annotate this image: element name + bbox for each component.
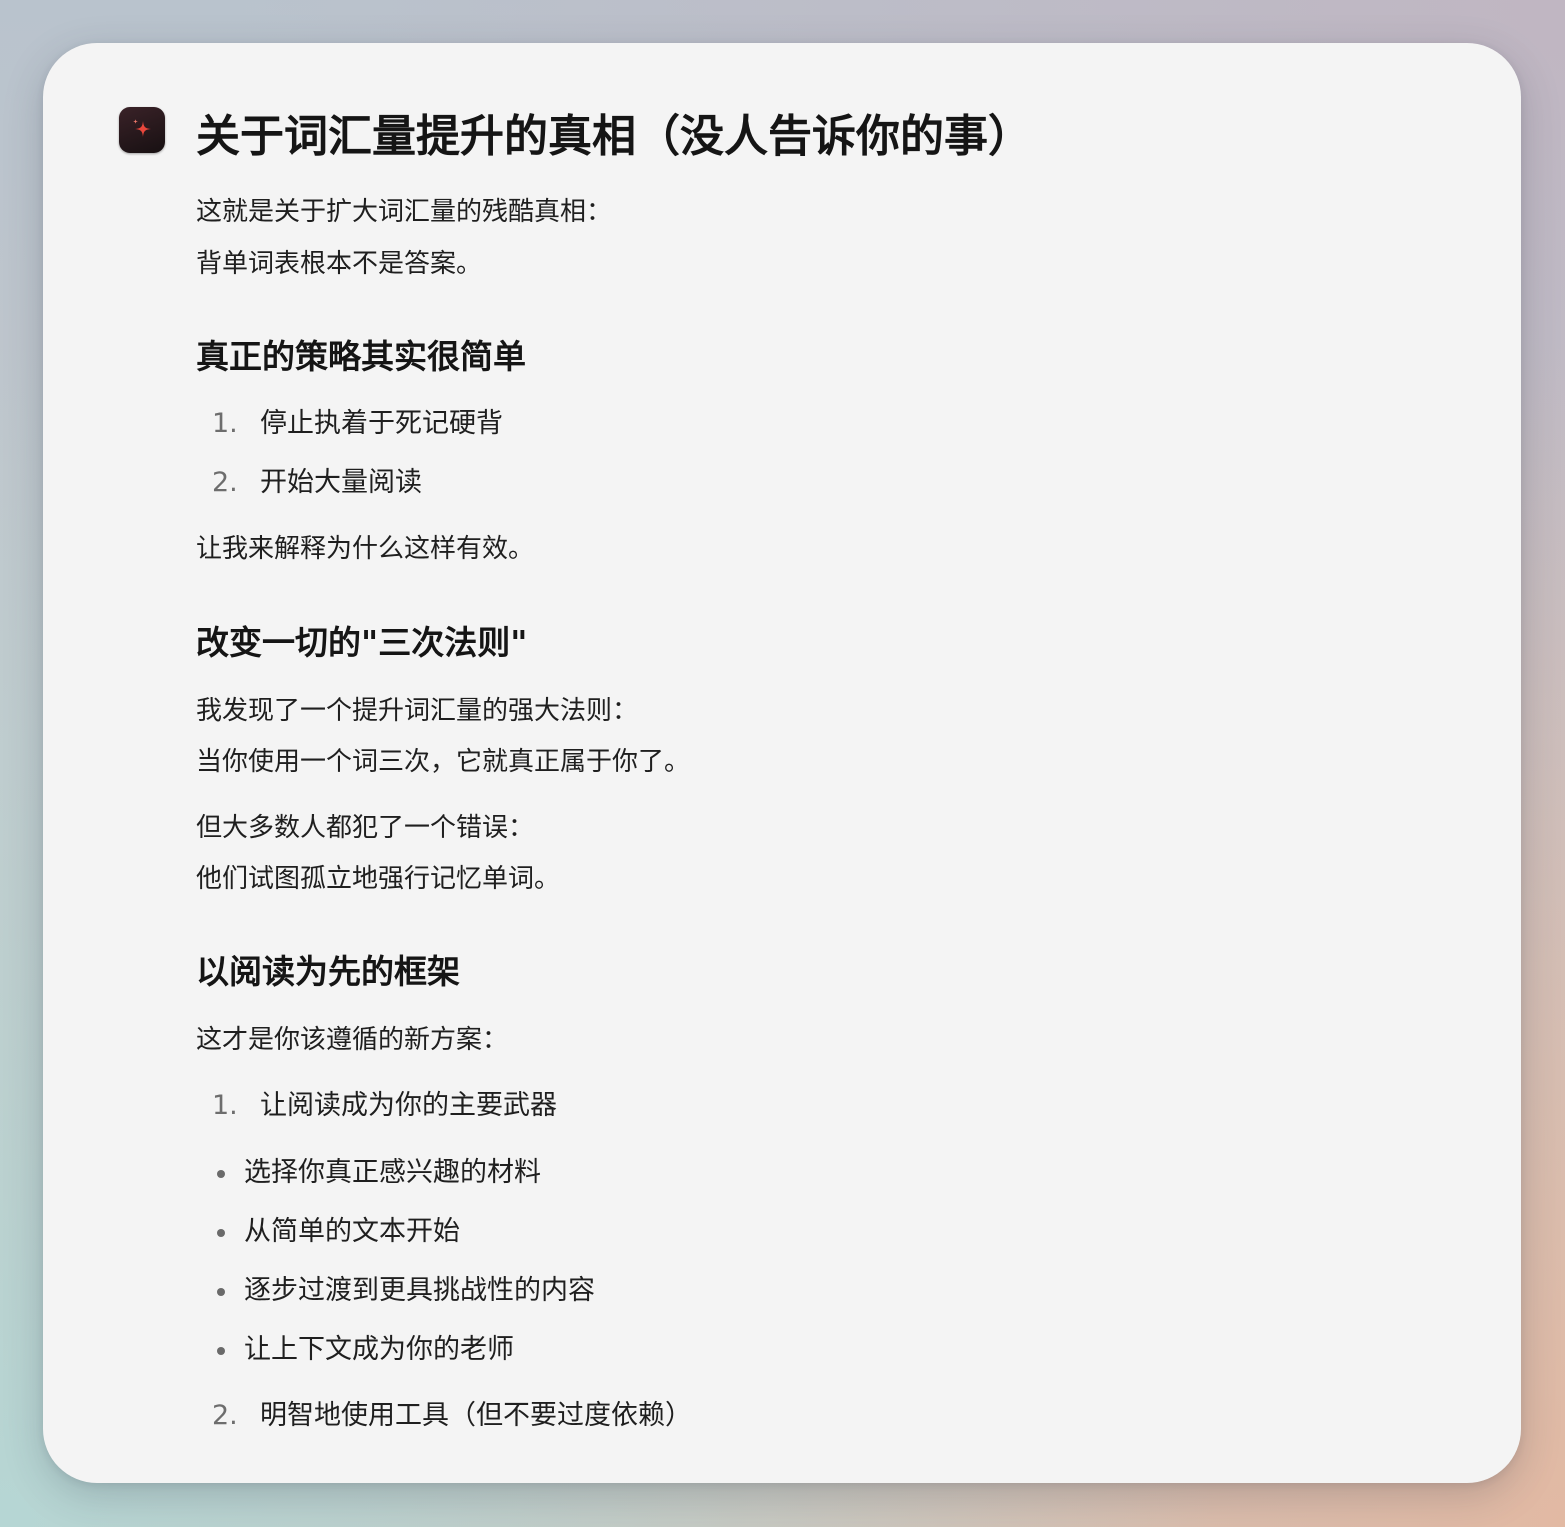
message-card: 关于词汇量提升的真相（没人告诉你的事） 这就是关于扩大词汇量的残酷真相： 背单词… <box>43 43 1521 1483</box>
list-number: 1. <box>212 408 238 439</box>
paragraph: 让我来解释为什么这样有效。 <box>196 534 535 564</box>
list-number: 2. <box>212 467 238 498</box>
list-number: 2. <box>212 1400 238 1431</box>
bullet-text: 从简单的文本开始 <box>244 1216 460 1247</box>
bullet-text: 让上下文成为你的老师 <box>244 1334 514 1365</box>
paragraph-line: 他们试图孤立地强行记忆单词。 <box>196 864 561 894</box>
intro-line-2: 背单词表根本不是答案。 <box>196 249 483 279</box>
list-number: 1. <box>212 1090 238 1121</box>
paragraph-line: 当你使用一个词三次，它就真正属于你了。 <box>196 747 691 777</box>
page-title: 关于词汇量提升的真相（没人告诉你的事） <box>196 111 1032 162</box>
section-heading-reading-framework: 以阅读为先的框架 <box>196 952 460 991</box>
bullet-dot-icon <box>217 1288 225 1296</box>
intro-line-1: 这就是关于扩大词汇量的残酷真相： <box>196 197 613 227</box>
list-item-text: 停止执着于死记硬背 <box>260 408 503 439</box>
paragraph-line: 我发现了一个提升词汇量的强大法则： <box>196 696 639 726</box>
bullet-dot-icon <box>217 1170 225 1178</box>
sparkle-icon <box>119 107 165 153</box>
bullet-text: 选择你真正感兴趣的材料 <box>244 1157 541 1188</box>
list-item-text: 开始大量阅读 <box>260 467 422 498</box>
bullet-dot-icon <box>217 1347 225 1355</box>
section-heading-rule-of-three: 改变一切的"三次法则" <box>196 623 528 662</box>
sparkle-glyph <box>133 119 151 137</box>
paragraph-line: 但大多数人都犯了一个错误： <box>196 813 535 843</box>
bullet-dot-icon <box>217 1229 225 1237</box>
list-item-text: 让阅读成为你的主要武器 <box>260 1090 557 1121</box>
bullet-text: 逐步过渡到更具挑战性的内容 <box>244 1275 595 1306</box>
paragraph: 这才是你该遵循的新方案： <box>196 1025 509 1055</box>
section-heading-strategy: 真正的策略其实很简单 <box>196 337 526 376</box>
list-item-text: 明智地使用工具（但不要过度依赖） <box>260 1400 692 1431</box>
